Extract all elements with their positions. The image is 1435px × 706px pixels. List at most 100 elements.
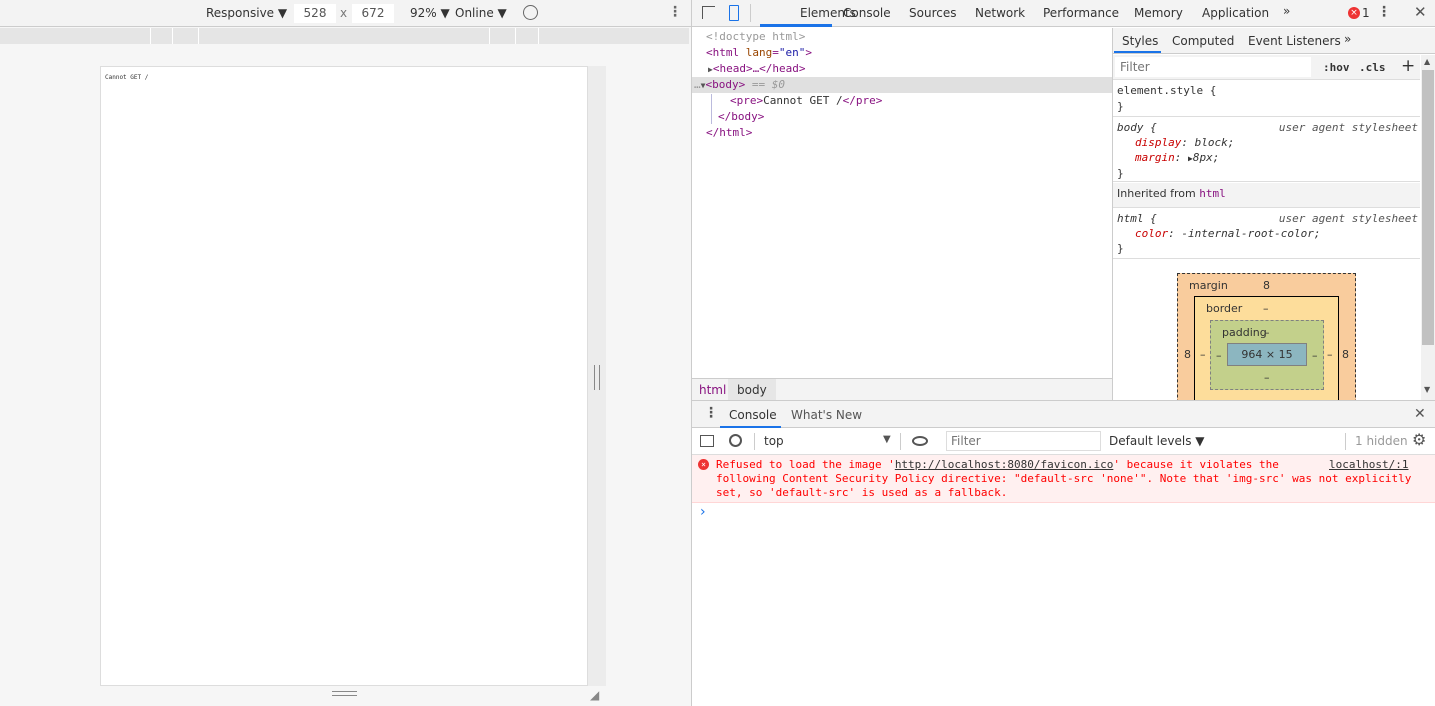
box-margin[interactable]: margin 8 8 8 border – – – padding – – – … [1177,273,1356,400]
message-url-link[interactable]: http://localhost:8080/favicon.ico [895,458,1114,471]
ruler-divider [172,28,173,44]
devtools-tabbar: Elements Console Sources Network Perform… [692,0,1435,27]
dom-body-selected[interactable]: …▼<body> == $0 [692,77,1112,93]
tab-memory[interactable]: Memory [1134,6,1183,20]
tab-event-listeners[interactable]: Event Listeners [1248,34,1341,48]
margin-left: 8 [1184,348,1191,361]
tab-styles[interactable]: Styles [1122,34,1158,48]
styles-tabbar: Styles Computed Event Listeners » [1113,28,1435,54]
property-value[interactable]: -internal-root-color; [1181,227,1320,240]
clear-console-icon[interactable] [729,434,742,447]
rotate-icon[interactable] [523,5,538,20]
drawer-menu-icon[interactable]: ⋮ [704,405,718,421]
live-expression-eye-icon[interactable] [912,436,928,446]
hov-button[interactable]: :hov [1323,61,1350,74]
ruler-divider [515,28,516,44]
breadcrumb-body[interactable]: body [728,379,776,401]
device-select[interactable]: Responsive ▼ [206,6,287,20]
dimension-separator: x [340,6,348,20]
console-input-area[interactable] [692,504,1435,706]
corner-resize-handle[interactable]: ◢ [590,688,599,702]
ruler-divider [198,28,199,44]
dom-html-close[interactable]: </html> [692,125,1112,141]
box-content[interactable]: 964 × 15 [1227,343,1307,366]
breadcrumb: html body [692,378,1112,401]
new-style-rule-button[interactable]: + [1401,56,1415,76]
height-input[interactable]: 672 [352,4,394,23]
margin-right: 8 [1342,348,1349,361]
drawer-tabbar: ⋮ Console What's New ✕ [692,400,1435,428]
log-levels-select[interactable]: Default levels ▼ [1109,434,1205,448]
rule-source: user agent stylesheet [1278,121,1418,134]
error-icon[interactable]: × [1348,7,1360,19]
inherited-header: Inherited from html [1113,183,1420,208]
width-resize-handle[interactable] [594,365,600,390]
dom-head[interactable]: ▶<head>…</head> [692,61,1112,77]
scroll-down-icon[interactable]: ▼ [1424,385,1430,394]
scroll-up-icon[interactable]: ▲ [1424,57,1430,66]
cls-button[interactable]: .cls [1359,61,1386,74]
property-value[interactable]: block; [1195,136,1235,149]
dom-pre[interactable]: <pre>Cannot GET /</pre> [692,93,1112,109]
height-resize-handle[interactable] [332,691,357,696]
tab-computed[interactable]: Computed [1172,34,1234,48]
console-error-message: × Refused to load the image 'http://loca… [692,455,1435,503]
context-select[interactable]: top [764,434,784,448]
border-left: – [1200,348,1206,361]
message-source-link[interactable]: localhost/:1 [1329,458,1408,472]
breadcrumb-html[interactable]: html [699,383,726,397]
tab-network[interactable]: Network [975,6,1025,20]
device-toggle-icon[interactable] [729,5,739,21]
dollar-zero-ref: == $0 [751,78,785,91]
scrollbar-thumb[interactable] [1422,70,1434,345]
body-rule[interactable]: body {user agent stylesheet display: blo… [1113,118,1420,182]
network-label: Online [455,6,494,20]
box-padding[interactable]: padding – – – – 964 × 15 [1210,320,1324,390]
console-filter-input[interactable] [946,431,1101,451]
styles-scrollbar[interactable]: ▼ ▲ [1421,55,1435,401]
styles-filter-input[interactable] [1115,57,1311,77]
ruler-divider [150,28,151,44]
width-input[interactable]: 528 [294,4,336,23]
tab-application[interactable]: Application [1202,6,1269,20]
tab-sources[interactable]: Sources [909,6,956,20]
message-text: following Content Security Policy direct… [716,472,1412,485]
padding-top: – [1264,326,1270,339]
more-tabs-button[interactable]: » [1344,32,1351,46]
error-count[interactable]: 1 [1362,6,1370,20]
zoom-select[interactable]: 92% ▼ [410,6,450,20]
border-right: – [1327,348,1333,361]
active-tab-indicator [760,24,832,27]
more-options-icon[interactable]: ⋮ [668,4,682,20]
tab-performance[interactable]: Performance [1043,6,1119,20]
property-value[interactable]: 8px; [1193,151,1220,164]
drawer-tab-console[interactable]: Console [729,408,777,422]
tab-console[interactable]: Console [843,6,891,20]
html-rule[interactable]: html {user agent stylesheet color: -inte… [1113,209,1420,259]
padding-label: padding [1222,326,1267,339]
inherited-tag-link[interactable]: html [1199,187,1226,200]
element-style-rule[interactable]: element.style {} [1113,81,1420,117]
property-name: color [1135,227,1169,240]
throttling-select[interactable]: Online ▼ [455,6,507,20]
attr-value: "en" [778,46,806,59]
close-devtools-icon[interactable]: ✕ [1414,3,1427,21]
drawer-tab-whats-new[interactable]: What's New [791,408,862,422]
show-sidebar-icon[interactable] [700,435,714,447]
console-settings-gear-icon[interactable]: ⚙ [1412,430,1426,449]
dom-body-close[interactable]: </body> [692,109,1112,125]
indent-guide [711,94,712,124]
devtools-menu-icon[interactable]: ⋮ [1377,4,1391,20]
context-dropdown-icon[interactable]: ▼ [883,434,891,445]
dom-doctype[interactable]: <!doctype html> [692,29,1112,45]
close-drawer-icon[interactable]: ✕ [1414,406,1426,422]
box-border[interactable]: border – – – padding – – – – 964 × 15 [1194,296,1339,400]
inspect-element-icon[interactable] [702,6,715,19]
message-text: ' because it violates the [1113,458,1279,471]
dom-html[interactable]: <html lang="en"> [692,45,1112,61]
more-tabs-button[interactable]: » [1283,4,1290,18]
separator [754,433,755,450]
brace: } [1117,100,1124,113]
selector: html { [1117,212,1157,225]
media-query-bar[interactable] [0,28,689,44]
